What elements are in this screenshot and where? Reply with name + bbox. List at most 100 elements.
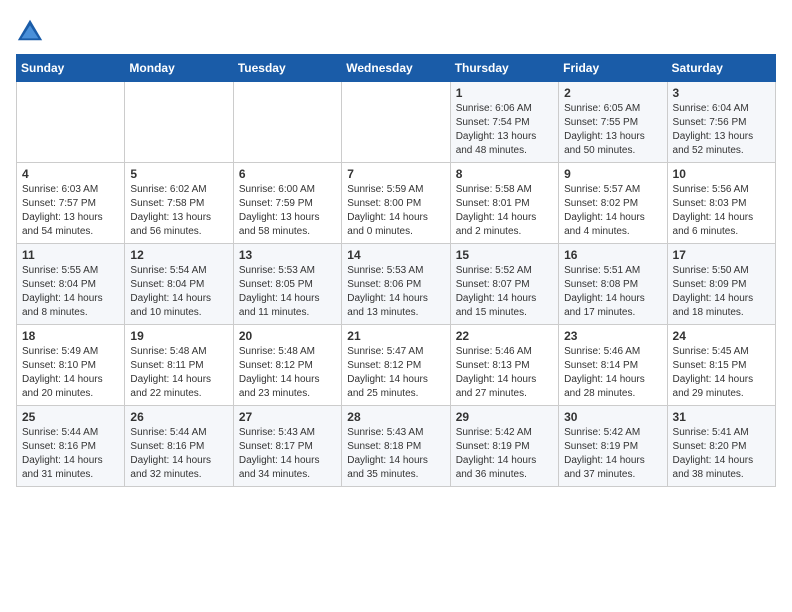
- day-info: Sunrise: 6:03 AMSunset: 7:57 PMDaylight:…: [22, 183, 119, 239]
- calendar-cell: 3 Sunrise: 6:04 AMSunset: 7:56 PMDaylight…: [667, 82, 775, 163]
- day-number: 20: [239, 329, 336, 343]
- day-info: Sunrise: 5:50 AMSunset: 8:09 PMDaylight:…: [673, 264, 770, 320]
- calendar-cell: 15Sunrise: 5:52 AMSunset: 8:07 PMDayligh…: [450, 244, 558, 325]
- day-info: Sunrise: 5:43 AMSunset: 8:18 PMDaylight:…: [347, 426, 444, 482]
- day-info: Sunrise: 5:53 AMSunset: 8:06 PMDaylight:…: [347, 264, 444, 320]
- calendar-header-row: SundayMondayTuesdayWednesdayThursdayFrid…: [17, 55, 776, 82]
- calendar-week-4: 18 Sunrise: 5:49 AMSunset: 8:10 PMDayligh…: [17, 325, 776, 406]
- calendar-header-thursday: Thursday: [450, 55, 558, 82]
- day-number: 10: [673, 167, 770, 181]
- calendar-cell: 8 Sunrise: 5:58 AMSunset: 8:01 PMDaylight…: [450, 163, 558, 244]
- calendar-cell: 27Sunrise: 5:43 AMSunset: 8:17 PMDayligh…: [233, 406, 341, 487]
- day-number: 16: [564, 248, 661, 262]
- calendar-cell: [125, 82, 233, 163]
- calendar-cell: 1 Sunrise: 6:06 AMSunset: 7:54 PMDaylight…: [450, 82, 558, 163]
- calendar-week-1: 1 Sunrise: 6:06 AMSunset: 7:54 PMDaylight…: [17, 82, 776, 163]
- calendar-cell: [233, 82, 341, 163]
- calendar-cell: 26 Sunrise: 5:44 AMSunset: 8:16 PMDayligh…: [125, 406, 233, 487]
- day-info: Sunrise: 5:42 AMSunset: 8:19 PMDaylight:…: [456, 426, 553, 482]
- day-info: Sunrise: 6:02 AMSunset: 7:58 PMDaylight:…: [130, 183, 227, 239]
- calendar-header-wednesday: Wednesday: [342, 55, 450, 82]
- day-number: 21: [347, 329, 444, 343]
- day-info: Sunrise: 5:44 AMSunset: 8:16 PMDaylight:…: [130, 426, 227, 482]
- day-number: 1: [456, 86, 553, 100]
- day-info: Sunrise: 5:55 AMSunset: 8:04 PMDaylight:…: [22, 264, 119, 320]
- day-number: 28: [347, 410, 444, 424]
- calendar-cell: 20 Sunrise: 5:48 AMSunset: 8:12 PMDayligh…: [233, 325, 341, 406]
- day-info: Sunrise: 6:04 AMSunset: 7:56 PMDaylight:…: [673, 102, 770, 158]
- calendar-week-5: 25 Sunrise: 5:44 AMSunset: 8:16 PMDayligh…: [17, 406, 776, 487]
- logo: [16, 16, 48, 44]
- day-number: 26: [130, 410, 227, 424]
- day-info: Sunrise: 5:57 AMSunset: 8:02 PMDaylight:…: [564, 183, 661, 239]
- day-info: Sunrise: 5:46 AMSunset: 8:13 PMDaylight:…: [456, 345, 553, 401]
- day-number: 18: [22, 329, 119, 343]
- day-info: Sunrise: 5:46 AMSunset: 8:14 PMDaylight:…: [564, 345, 661, 401]
- calendar-cell: 14Sunrise: 5:53 AMSunset: 8:06 PMDayligh…: [342, 244, 450, 325]
- calendar-cell: 6 Sunrise: 6:00 AMSunset: 7:59 PMDaylight…: [233, 163, 341, 244]
- calendar-cell: 9Sunrise: 5:57 AMSunset: 8:02 PMDaylight…: [559, 163, 667, 244]
- calendar-cell: 29 Sunrise: 5:42 AMSunset: 8:19 PMDayligh…: [450, 406, 558, 487]
- calendar-header-monday: Monday: [125, 55, 233, 82]
- day-number: 25: [22, 410, 119, 424]
- day-number: 4: [22, 167, 119, 181]
- calendar-cell: 31 Sunrise: 5:41 AMSunset: 8:20 PMDayligh…: [667, 406, 775, 487]
- day-number: 3: [673, 86, 770, 100]
- calendar-cell: 5 Sunrise: 6:02 AMSunset: 7:58 PMDaylight…: [125, 163, 233, 244]
- day-info: Sunrise: 5:41 AMSunset: 8:20 PMDaylight:…: [673, 426, 770, 482]
- calendar-cell: 7 Sunrise: 5:59 AMSunset: 8:00 PMDaylight…: [342, 163, 450, 244]
- calendar-header-tuesday: Tuesday: [233, 55, 341, 82]
- day-number: 27: [239, 410, 336, 424]
- day-info: Sunrise: 5:42 AMSunset: 8:19 PMDaylight:…: [564, 426, 661, 482]
- day-info: Sunrise: 6:06 AMSunset: 7:54 PMDaylight:…: [456, 102, 553, 158]
- day-info: Sunrise: 6:00 AMSunset: 7:59 PMDaylight:…: [239, 183, 336, 239]
- day-info: Sunrise: 5:44 AMSunset: 8:16 PMDaylight:…: [22, 426, 119, 482]
- day-number: 8: [456, 167, 553, 181]
- day-number: 12: [130, 248, 227, 262]
- day-info: Sunrise: 5:59 AMSunset: 8:00 PMDaylight:…: [347, 183, 444, 239]
- page-header: [16, 16, 776, 44]
- day-info: Sunrise: 5:47 AMSunset: 8:12 PMDaylight:…: [347, 345, 444, 401]
- logo-icon: [16, 16, 44, 44]
- calendar-cell: 10Sunrise: 5:56 AMSunset: 8:03 PMDayligh…: [667, 163, 775, 244]
- calendar-cell: 4 Sunrise: 6:03 AMSunset: 7:57 PMDaylight…: [17, 163, 125, 244]
- day-number: 17: [673, 248, 770, 262]
- day-number: 5: [130, 167, 227, 181]
- calendar-cell: [17, 82, 125, 163]
- day-info: Sunrise: 5:48 AMSunset: 8:12 PMDaylight:…: [239, 345, 336, 401]
- day-info: Sunrise: 6:05 AMSunset: 7:55 PMDaylight:…: [564, 102, 661, 158]
- day-number: 13: [239, 248, 336, 262]
- day-info: Sunrise: 5:58 AMSunset: 8:01 PMDaylight:…: [456, 183, 553, 239]
- day-info: Sunrise: 5:48 AMSunset: 8:11 PMDaylight:…: [130, 345, 227, 401]
- calendar-cell: 13 Sunrise: 5:53 AMSunset: 8:05 PMDayligh…: [233, 244, 341, 325]
- day-number: 6: [239, 167, 336, 181]
- calendar-table: SundayMondayTuesdayWednesdayThursdayFrid…: [16, 54, 776, 487]
- calendar-cell: 30Sunrise: 5:42 AMSunset: 8:19 PMDayligh…: [559, 406, 667, 487]
- calendar-cell: 24Sunrise: 5:45 AMSunset: 8:15 PMDayligh…: [667, 325, 775, 406]
- day-number: 7: [347, 167, 444, 181]
- calendar-week-3: 11 Sunrise: 5:55 AMSunset: 8:04 PMDayligh…: [17, 244, 776, 325]
- calendar-cell: 21 Sunrise: 5:47 AMSunset: 8:12 PMDayligh…: [342, 325, 450, 406]
- day-info: Sunrise: 5:49 AMSunset: 8:10 PMDaylight:…: [22, 345, 119, 401]
- calendar-cell: 28 Sunrise: 5:43 AMSunset: 8:18 PMDayligh…: [342, 406, 450, 487]
- calendar-cell: 18 Sunrise: 5:49 AMSunset: 8:10 PMDayligh…: [17, 325, 125, 406]
- calendar-cell: [342, 82, 450, 163]
- day-info: Sunrise: 5:51 AMSunset: 8:08 PMDaylight:…: [564, 264, 661, 320]
- calendar-cell: 17 Sunrise: 5:50 AMSunset: 8:09 PMDayligh…: [667, 244, 775, 325]
- calendar-cell: 12 Sunrise: 5:54 AMSunset: 8:04 PMDayligh…: [125, 244, 233, 325]
- day-number: 31: [673, 410, 770, 424]
- day-info: Sunrise: 5:52 AMSunset: 8:07 PMDaylight:…: [456, 264, 553, 320]
- calendar-week-2: 4 Sunrise: 6:03 AMSunset: 7:57 PMDaylight…: [17, 163, 776, 244]
- calendar-cell: 11 Sunrise: 5:55 AMSunset: 8:04 PMDayligh…: [17, 244, 125, 325]
- day-number: 24: [673, 329, 770, 343]
- day-number: 11: [22, 248, 119, 262]
- day-number: 19: [130, 329, 227, 343]
- day-number: 29: [456, 410, 553, 424]
- day-number: 22: [456, 329, 553, 343]
- calendar-header-sunday: Sunday: [17, 55, 125, 82]
- day-info: Sunrise: 5:54 AMSunset: 8:04 PMDaylight:…: [130, 264, 227, 320]
- calendar-cell: 2Sunrise: 6:05 AMSunset: 7:55 PMDaylight…: [559, 82, 667, 163]
- day-info: Sunrise: 5:53 AMSunset: 8:05 PMDaylight:…: [239, 264, 336, 320]
- calendar-cell: 19 Sunrise: 5:48 AMSunset: 8:11 PMDayligh…: [125, 325, 233, 406]
- calendar-cell: 25 Sunrise: 5:44 AMSunset: 8:16 PMDayligh…: [17, 406, 125, 487]
